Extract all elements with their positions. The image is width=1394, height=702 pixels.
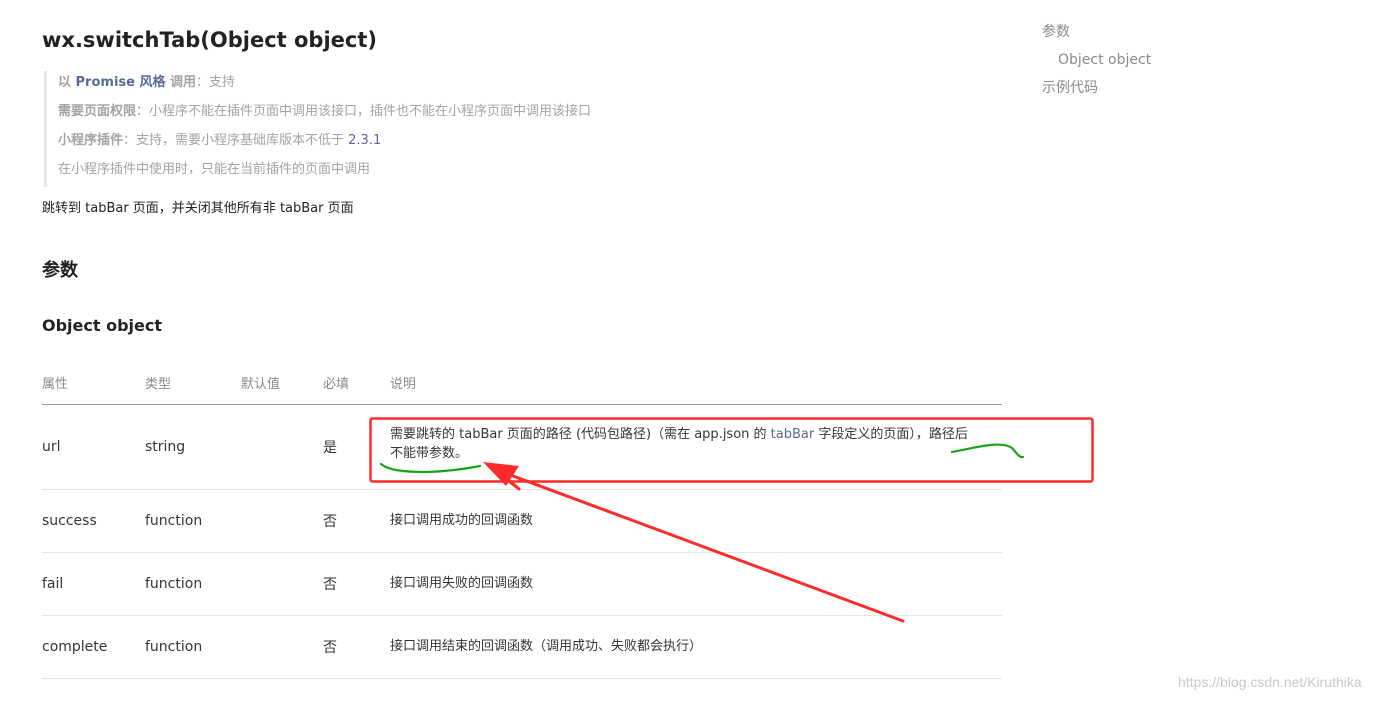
toc-item-params[interactable]: 参数 bbox=[1042, 22, 1151, 50]
notice-plugin-note: 在小程序插件中使用时，只能在当前插件的页面中调用 bbox=[58, 162, 371, 177]
table-header-row: 属性 类型 默认值 必填 说明 bbox=[42, 362, 1002, 405]
cell-description: 接口调用失败的回调函数 bbox=[390, 552, 1002, 616]
notice-permission: 需要页面权限：小程序不能在插件页面中调用该接口，插件也不能在小程序页面中调用该接… bbox=[58, 104, 592, 119]
toc-item-object[interactable]: Object object bbox=[1042, 50, 1151, 78]
version-link[interactable]: 2.3.1 bbox=[348, 133, 381, 148]
header-property: 属性 bbox=[42, 362, 145, 405]
header-description: 说明 bbox=[390, 362, 1002, 405]
toc-item-example[interactable]: 示例代码 bbox=[1042, 78, 1151, 106]
cell-type: function bbox=[145, 552, 241, 616]
header-required: 必填 bbox=[323, 362, 390, 405]
cell-type: function bbox=[145, 489, 241, 553]
table-row: url string 是 需要跳转的 tabBar 页面的路径 (代码包路径)（… bbox=[42, 404, 1002, 490]
cell-name: complete bbox=[42, 615, 145, 679]
table-of-contents: 参数 Object object 示例代码 bbox=[1042, 22, 1151, 106]
cell-required: 否 bbox=[323, 552, 390, 616]
watermark: https://blog.csdn.net/Kiruthika bbox=[1178, 674, 1362, 690]
page-title: wx.switchTab(Object object) bbox=[42, 28, 377, 52]
cell-name: url bbox=[42, 404, 145, 490]
notice-promise: 以 Promise 风格 调用：支持 bbox=[58, 75, 236, 90]
cell-default bbox=[241, 552, 323, 616]
params-table: 属性 类型 默认值 必填 说明 url string 是 需要跳转的 tabBa… bbox=[42, 362, 1002, 679]
cell-description: 需要跳转的 tabBar 页面的路径 (代码包路径)（需在 app.json 的… bbox=[390, 404, 1002, 490]
header-type: 类型 bbox=[145, 362, 241, 405]
table-row: fail function 否 接口调用失败的回调函数 bbox=[42, 552, 1002, 616]
cell-required: 否 bbox=[323, 489, 390, 553]
table-row: complete function 否 接口调用结束的回调函数（调用成功、失败都… bbox=[42, 615, 1002, 679]
cell-default bbox=[241, 615, 323, 679]
cell-required: 否 bbox=[323, 615, 390, 679]
cell-default bbox=[241, 404, 323, 490]
cell-name: fail bbox=[42, 552, 145, 616]
cell-required: 是 bbox=[323, 404, 390, 490]
cell-description: 接口调用结束的回调函数（调用成功、失败都会执行） bbox=[390, 615, 1002, 679]
tabbar-link[interactable]: tabBar bbox=[771, 427, 815, 442]
params-heading: 参数 bbox=[42, 260, 78, 281]
cell-name: success bbox=[42, 489, 145, 553]
cell-type: string bbox=[145, 404, 241, 490]
api-description: 跳转到 tabBar 页面，并关闭其他所有非 tabBar 页面 bbox=[42, 201, 354, 216]
object-heading: Object object bbox=[42, 316, 163, 335]
cell-type: function bbox=[145, 615, 241, 679]
promise-style-link[interactable]: Promise 风格 bbox=[76, 75, 166, 90]
header-default: 默认值 bbox=[241, 362, 323, 405]
api-notice: 以 Promise 风格 调用：支持 需要页面权限：小程序不能在插件页面中调用该… bbox=[44, 71, 744, 187]
table-row: success function 否 接口调用成功的回调函数 bbox=[42, 489, 1002, 553]
notice-plugin: 小程序插件：支持，需要小程序基础库版本不低于 2.3.1 bbox=[58, 133, 382, 148]
cell-default bbox=[241, 489, 323, 553]
cell-description: 接口调用成功的回调函数 bbox=[390, 489, 1002, 553]
